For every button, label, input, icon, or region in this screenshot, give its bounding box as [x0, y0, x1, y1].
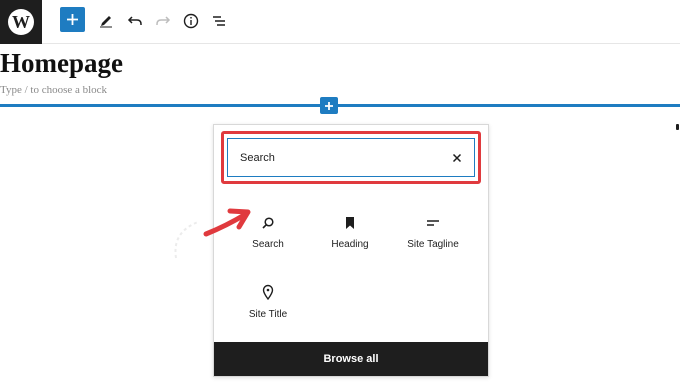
plus-icon: [67, 14, 78, 25]
block-item-heading[interactable]: Heading: [310, 204, 390, 260]
undo-icon: [127, 16, 142, 25]
clear-search-button[interactable]: [440, 139, 474, 176]
info-icon: [183, 13, 199, 29]
editor-toolbar: W: [0, 0, 680, 44]
plus-icon: [325, 101, 333, 110]
block-item-site-tagline[interactable]: Site Tagline: [393, 204, 473, 260]
tools-button[interactable]: [93, 8, 119, 34]
paragraph-placeholder[interactable]: Type / to choose a block: [0, 84, 107, 96]
block-insertion-line: [0, 104, 680, 107]
redo-icon: [156, 16, 171, 25]
block-search-field[interactable]: [227, 138, 475, 177]
search-icon: [262, 217, 274, 229]
block-item-label: Heading: [331, 239, 369, 250]
list-view-button[interactable]: [206, 8, 232, 34]
edge-marker: [676, 124, 679, 130]
bookmark-icon: [346, 217, 354, 229]
close-icon: [452, 153, 462, 162]
annotation-arrow-icon: [174, 208, 251, 259]
block-item-label: Site Title: [248, 309, 288, 320]
list-view-icon: [213, 16, 225, 26]
add-block-button[interactable]: [60, 7, 85, 32]
pencil-icon: [100, 16, 112, 28]
redo-button[interactable]: [150, 8, 176, 34]
wordpress-logo[interactable]: W: [0, 0, 42, 44]
map-marker-icon: [262, 284, 274, 300]
inline-inserter-button[interactable]: [320, 97, 338, 114]
page-title[interactable]: Homepage: [0, 47, 123, 79]
browse-all-button[interactable]: Browse all: [214, 342, 488, 376]
wordpress-logo-mark: W: [8, 9, 34, 35]
block-item-label: Site Tagline: [407, 239, 459, 250]
tagline-icon: [427, 220, 439, 226]
undo-button[interactable]: [122, 8, 148, 34]
block-search-input[interactable]: [228, 139, 440, 176]
block-item-site-title[interactable]: Site Title: [228, 274, 308, 330]
details-button[interactable]: [178, 8, 204, 34]
